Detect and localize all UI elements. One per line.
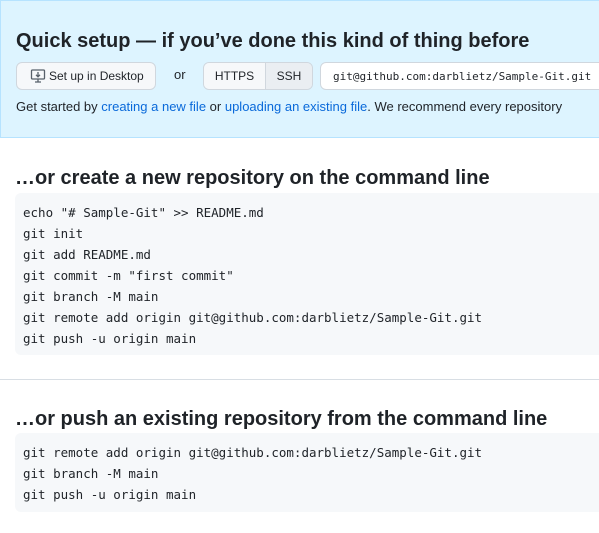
code-line: git commit -m "first commit" [23,268,234,283]
push-repo-heading: …or push an existing repository from the… [15,408,548,430]
code-line: echo "# Sample-Git" >> README.md [23,205,264,220]
code-line: git remote add origin git@github.com:dar… [23,310,483,325]
create-repo-heading: …or create a new repository on the comma… [15,167,490,189]
code-line: git remote add origin git@github.com:dar… [23,445,483,460]
quick-setup-title: Quick setup — if you’ve done this kind o… [16,30,530,52]
get-started-text: Get started by creating a new file or up… [16,99,563,114]
create-new-file-link[interactable]: creating a new file [101,99,206,114]
code-line: git branch -M main [23,289,159,304]
code-line: git add README.md [23,247,151,262]
upload-existing-file-link[interactable]: uploading an existing file [225,99,367,114]
section-divider [0,379,599,380]
desktop-download-icon [30,69,46,83]
push-repo-code-block[interactable]: git remote add origin git@github.com:dar… [15,433,599,512]
ssh-button[interactable]: SSH [265,63,312,89]
setup-in-desktop-label: Set up in Desktop [49,69,144,83]
protocol-toggle: HTTPS SSH [203,62,313,90]
quick-setup-panel: Quick setup — if you’ve done this kind o… [0,0,599,138]
or-label: or [174,67,186,82]
setup-in-desktop-button[interactable]: Set up in Desktop [16,62,156,90]
https-button[interactable]: HTTPS [204,63,265,89]
code-line: git init [23,226,84,241]
create-repo-code-block[interactable]: echo "# Sample-Git" >> README.md git ini… [15,193,599,355]
code-line: git push -u origin main [23,331,197,346]
clone-url-input[interactable] [320,62,599,90]
code-line: git push -u origin main [23,487,197,502]
code-line: git branch -M main [23,466,159,481]
